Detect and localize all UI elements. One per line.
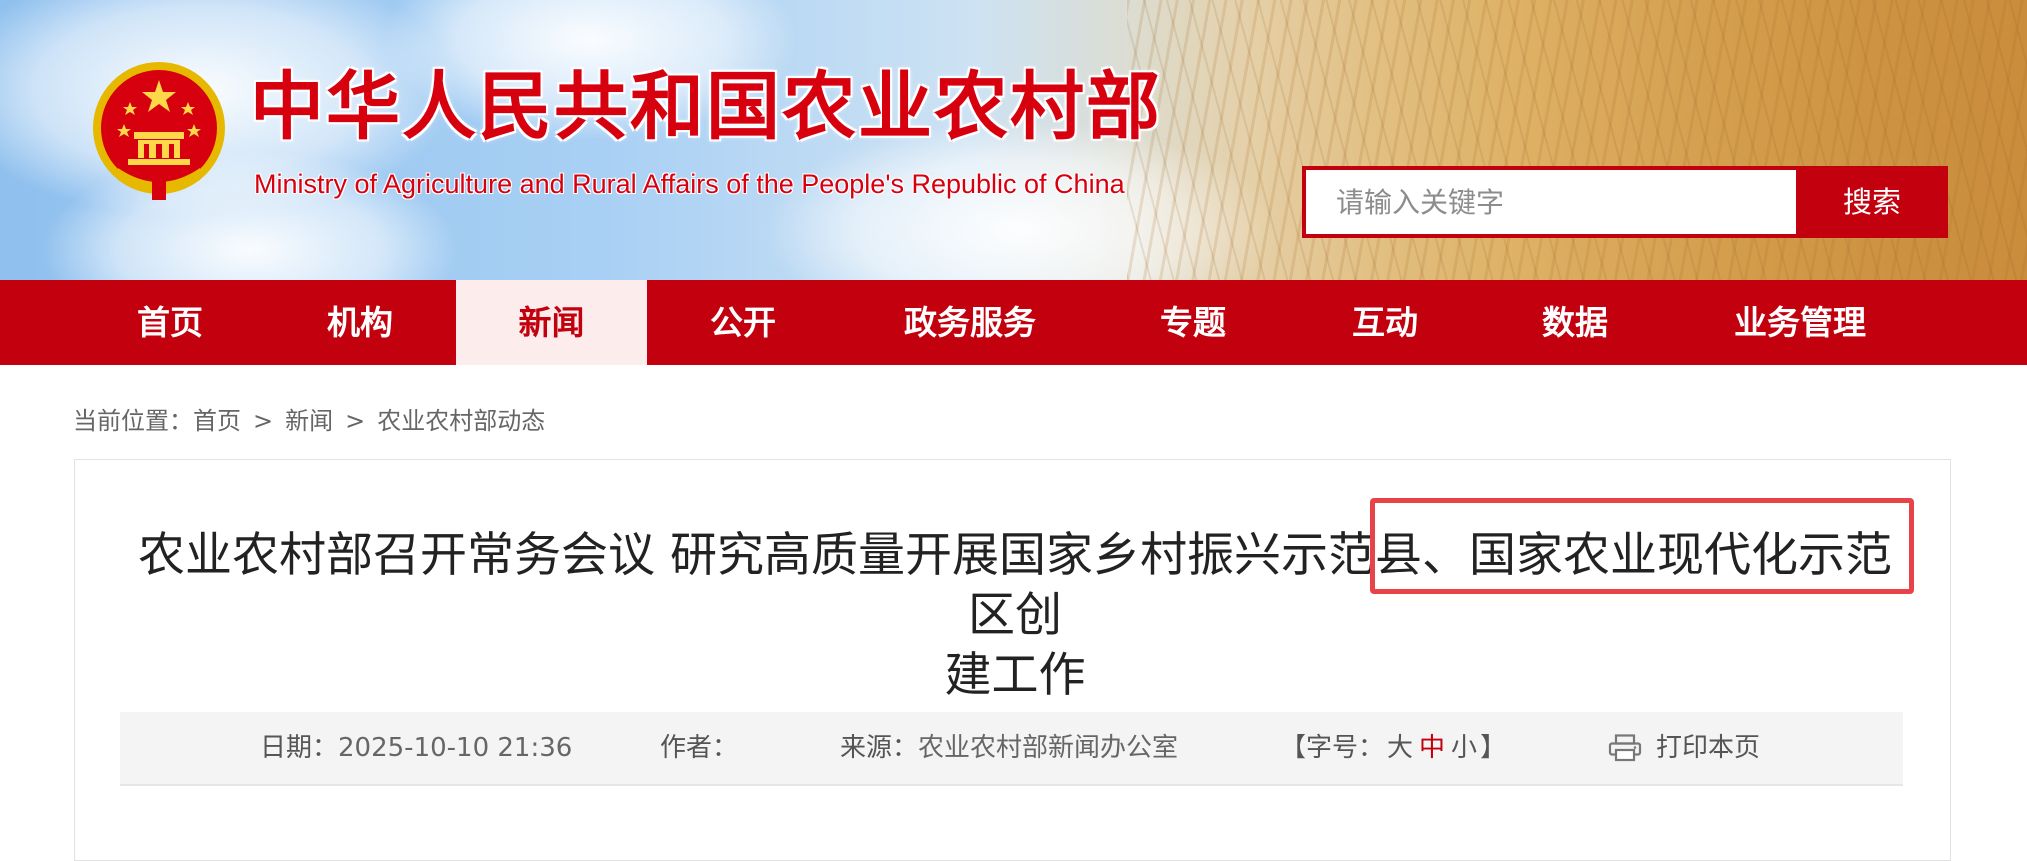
source-label: 来源： [840, 733, 919, 763]
article-title-line-2: 建工作 [944, 648, 1086, 703]
national-emblem-icon[interactable] [88, 58, 230, 204]
nav-item-data[interactable]: 数据 [1505, 280, 1645, 365]
font-size-open: 【字号： [1280, 733, 1385, 763]
breadcrumb-separator: > [253, 407, 274, 435]
article-source: 来源：农业农村部新闻办公室 [840, 712, 1178, 784]
nav-item-home[interactable]: 首页 [100, 280, 240, 365]
author-label: 作者： [660, 733, 739, 763]
breadcrumb-separator: > [345, 407, 366, 435]
breadcrumb-link-ministry-news[interactable]: 农业农村部动态 [377, 407, 545, 435]
breadcrumb-link-news[interactable]: 新闻 [285, 407, 333, 435]
wheat-field-image [1127, 0, 2027, 280]
nav-item-interaction[interactable]: 互动 [1315, 280, 1455, 365]
article-meta-bar: 日期：2025-10-10 21:36 作者： 来源：农业农村部新闻办公室 【字… [120, 712, 1903, 786]
breadcrumb-link-home[interactable]: 首页 [193, 407, 241, 435]
nav-item-government-services[interactable]: 政务服务 [880, 280, 1060, 365]
font-size-control: 【字号：大中小】 [1280, 712, 1506, 784]
printer-icon [1608, 734, 1642, 762]
nav-item-business-management[interactable]: 业务管理 [1715, 280, 1885, 365]
search-box: 搜索 [1302, 166, 1948, 238]
nav-item-news[interactable]: 新闻 [456, 280, 647, 365]
nav-item-organization[interactable]: 机构 [290, 280, 430, 365]
header-banner: 中华人民共和国农业农村部 Ministry of Agriculture and… [0, 0, 2027, 280]
print-button[interactable]: 打印本页 [1608, 712, 1760, 784]
font-size-large-button[interactable]: 大 [1387, 733, 1413, 763]
article-author: 作者： [660, 712, 738, 784]
nav-item-topics[interactable]: 专题 [1123, 280, 1263, 365]
date-value: 2025-10-10 21:36 [338, 733, 573, 763]
font-size-medium-button[interactable]: 中 [1419, 733, 1445, 763]
search-button[interactable]: 搜索 [1796, 166, 1948, 238]
site-title: 中华人民共和国农业农村部 [250, 64, 1162, 150]
breadcrumb-prefix: 当前位置： [73, 407, 193, 435]
nav-item-disclosure[interactable]: 公开 [673, 280, 813, 365]
search-input[interactable] [1306, 170, 1796, 234]
article-date: 日期：2025-10-10 21:36 [260, 712, 572, 784]
main-nav: 首页 机构 新闻 公开 政务服务 专题 互动 数据 业务管理 [0, 280, 2027, 365]
source-value: 农业农村部新闻办公室 [918, 733, 1179, 763]
breadcrumb: 当前位置：首页 > 新闻 > 农业农村部动态 [73, 404, 545, 438]
font-size-close: 】 [1480, 733, 1507, 763]
title-highlight-box [1370, 498, 1914, 594]
font-size-small-button[interactable]: 小 [1451, 733, 1477, 763]
site-subtitle: Ministry of Agriculture and Rural Affair… [254, 169, 1125, 199]
date-label: 日期： [260, 733, 339, 763]
print-label: 打印本页 [1656, 733, 1761, 763]
